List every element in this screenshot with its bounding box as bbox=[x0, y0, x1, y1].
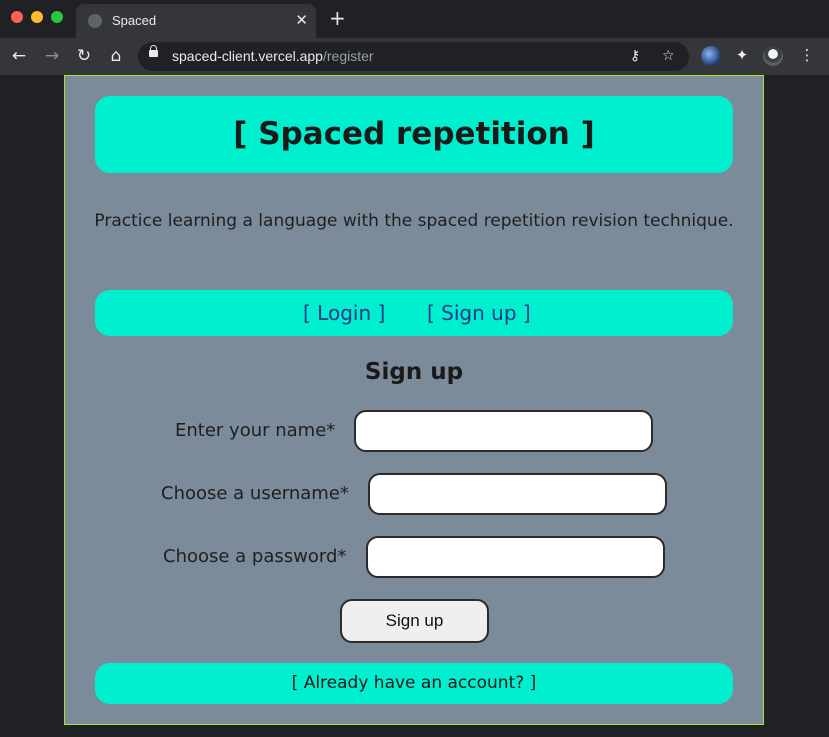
password-label: Choose a password* bbox=[163, 546, 347, 567]
signup-submit-button[interactable]: Sign up bbox=[340, 599, 489, 643]
minimize-window-button[interactable] bbox=[31, 11, 43, 23]
app-container: [ Spaced repetition ] Practice learning … bbox=[64, 75, 764, 725]
new-tab-button[interactable]: + bbox=[329, 8, 346, 28]
nav-bar: [ Login ] [ Sign up ] bbox=[95, 290, 733, 336]
globe-icon bbox=[88, 14, 102, 28]
browser-tab[interactable]: Spaced ✕ bbox=[76, 4, 316, 38]
signup-link[interactable]: [ Sign up ] bbox=[427, 301, 531, 325]
url-text: spaced-client.vercel.app/register bbox=[172, 48, 374, 64]
already-have-account-link[interactable]: [ Already have an account? ] bbox=[292, 673, 537, 693]
footer-bar: [ Already have an account? ] bbox=[95, 663, 733, 704]
bookmark-star-icon[interactable]: ☆ bbox=[662, 48, 675, 64]
address-bar[interactable]: spaced-client.vercel.app/register ⚷ ☆ bbox=[138, 42, 689, 71]
username-label: Choose a username* bbox=[161, 483, 349, 504]
login-link[interactable]: [ Login ] bbox=[303, 301, 385, 325]
app-title: [ Spaced repetition ] bbox=[233, 116, 595, 152]
home-button[interactable]: ⌂ bbox=[105, 46, 127, 66]
page-viewport: [ Spaced repetition ] Practice learning … bbox=[0, 75, 829, 737]
header-banner: [ Spaced repetition ] bbox=[95, 96, 733, 173]
username-input[interactable] bbox=[368, 473, 667, 515]
browser-toolbar: ← → ↻ ⌂ spaced-client.vercel.app/registe… bbox=[0, 38, 829, 75]
password-input[interactable] bbox=[366, 536, 665, 578]
back-button[interactable]: ← bbox=[8, 46, 30, 66]
close-window-button[interactable] bbox=[11, 11, 23, 23]
menu-icon[interactable]: ⋮ bbox=[797, 46, 817, 66]
tab-title: Spaced bbox=[112, 13, 157, 28]
key-icon[interactable]: ⚷ bbox=[630, 48, 640, 64]
profile-avatar[interactable] bbox=[763, 46, 783, 66]
reload-button[interactable]: ↻ bbox=[73, 46, 95, 66]
puzzle-icon[interactable]: ✦ bbox=[732, 46, 752, 66]
extension-icon[interactable] bbox=[701, 46, 721, 66]
name-label: Enter your name* bbox=[175, 420, 336, 441]
form-title: Sign up bbox=[364, 359, 464, 385]
tagline: Practice learning a language with the sp… bbox=[94, 211, 734, 231]
maximize-window-button[interactable] bbox=[51, 11, 63, 23]
browser-tabstrip: Spaced ✕ + bbox=[0, 0, 829, 38]
lock-icon bbox=[149, 45, 158, 57]
name-input[interactable] bbox=[354, 410, 653, 452]
forward-button[interactable]: → bbox=[41, 46, 63, 66]
close-tab-icon[interactable]: ✕ bbox=[295, 11, 308, 29]
